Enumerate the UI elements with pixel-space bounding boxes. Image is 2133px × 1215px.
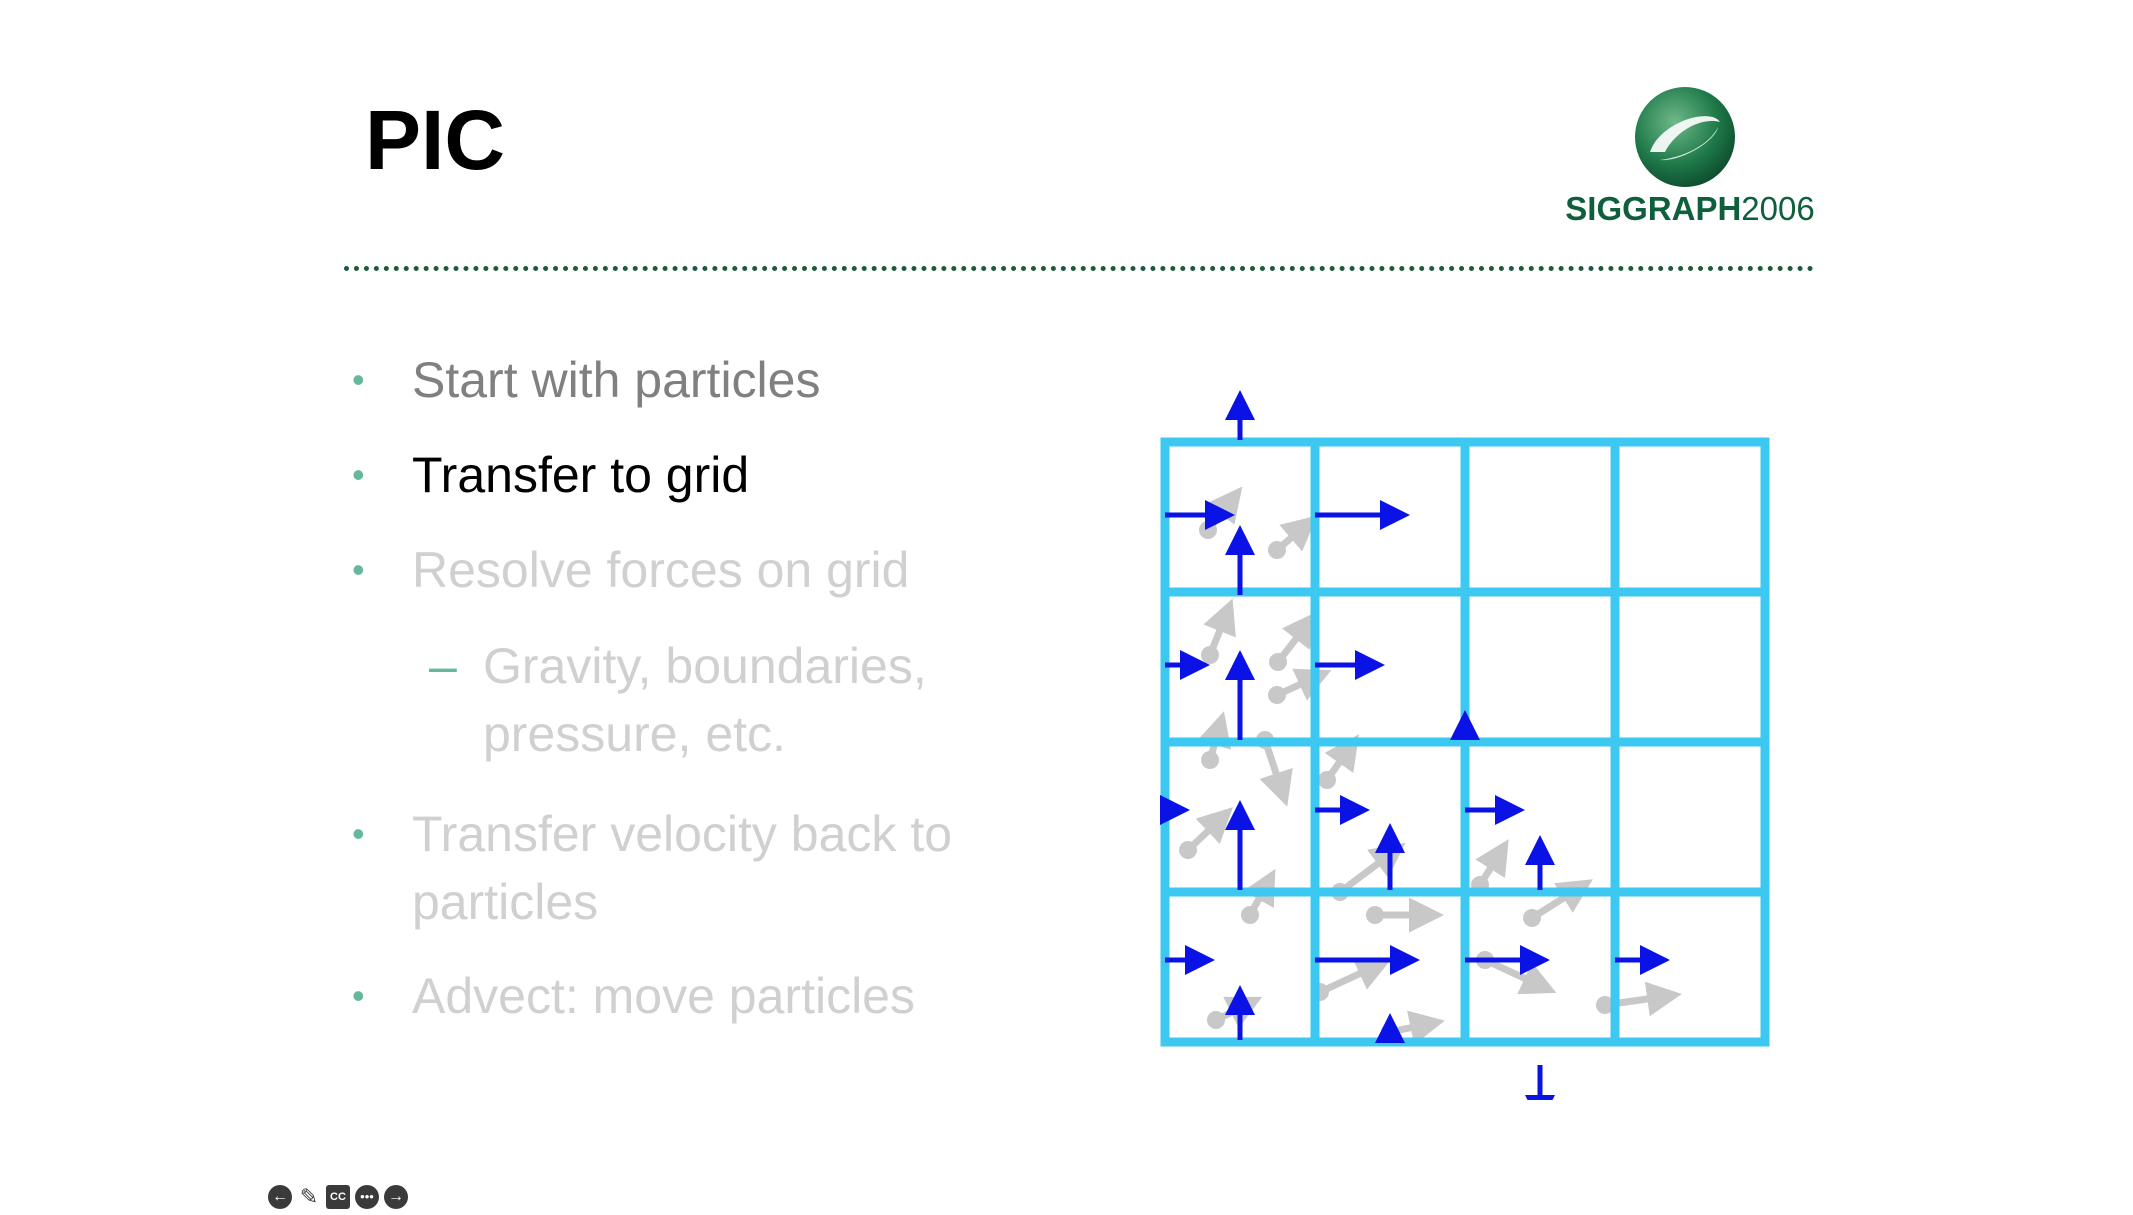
bullet-text: Transfer to grid [412,447,750,503]
pen-icon[interactable]: ✎ [297,1185,321,1209]
bullet-resolve-forces: • Resolve forces on grid [352,536,910,604]
title-divider [344,266,1814,271]
bullet-marker: • [352,359,365,400]
sub-bullet-marker: – [429,638,457,694]
sub-bullet-gravity-boundaries: – Gravity, boundaries, pressure, etc. [429,632,1043,768]
particle-velocity-arrow [1259,738,1293,807]
pic-grid-diagram [1160,390,1770,1100]
particle-velocity-arrow [1205,486,1243,533]
bullet-marker: • [352,549,365,590]
bullet-start-with-particles: • Start with particles [352,346,821,414]
bullet-text: Start with particles [412,352,821,408]
grid-velocities [1160,390,1670,1100]
siggraph-logo-text: SIGGRAPH2006 [1565,190,1815,227]
bullet-transfer-velocity-back: • Transfer velocity back to particles [352,800,992,936]
more-icon[interactable]: ••• [355,1185,379,1209]
particle-velocity-arrow [1389,1010,1445,1045]
bullet-text: Resolve forces on grid [412,542,910,598]
particle-velocities [1179,486,1682,1045]
particle-velocity-arrow [1203,598,1236,657]
particle-velocity-arrow [1274,515,1318,553]
forward-icon[interactable]: → [384,1185,408,1209]
bullet-marker: • [352,454,365,495]
slide: PIC SIGGRAPH2006 • Start with particles … [0,0,2133,1209]
bullet-marker: • [352,975,365,1016]
particle-velocity-arrow [1318,957,1392,996]
particle-velocity-arrow [1275,611,1318,665]
bullet-text: Advect: move particles [412,968,915,1024]
bullet-text: Transfer velocity back to particles [412,806,953,930]
bullet-text: Gravity, boundaries, pressure, etc. [483,638,927,762]
bullet-transfer-to-grid: • Transfer to grid [352,441,750,509]
captions-icon[interactable]: CC [326,1185,350,1209]
siggraph-logo: SIGGRAPH2006 [1560,82,1820,232]
mac-grid [1160,437,1770,1047]
particle-velocity-arrow [1214,996,1263,1029]
slide-title: PIC [365,93,506,187]
bullet-advect: • Advect: move particles [352,962,915,1030]
particle-velocity-arrow [1185,807,1234,853]
bullet-marker: • [352,813,365,854]
siggraph-logo-icon [1635,87,1735,187]
particle-velocity-arrow [1483,956,1557,995]
particle-velocity-arrow [1475,839,1509,887]
back-icon[interactable]: ← [268,1185,292,1209]
